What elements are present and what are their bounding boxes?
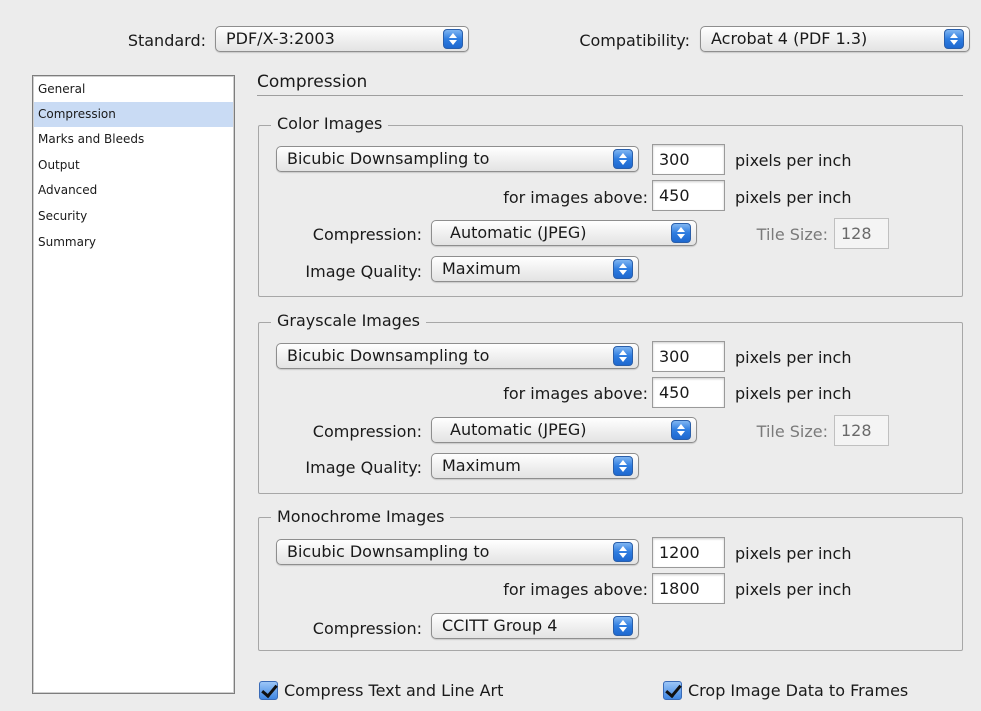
gray-quality-label: Image Quality: bbox=[305, 458, 422, 477]
compatibility-value: Acrobat 4 (PDF 1.3) bbox=[711, 29, 868, 48]
sidebar: General Compression Marks and Bleeds Out… bbox=[32, 75, 235, 694]
sidebar-item-output[interactable]: Output bbox=[34, 153, 233, 178]
gray-downsample-value: Bicubic Downsampling to bbox=[287, 346, 490, 365]
standard-popup[interactable]: PDF/X-3:2003 bbox=[215, 26, 469, 52]
color-ppi-unit: pixels per inch bbox=[735, 151, 852, 170]
standard-value: PDF/X-3:2003 bbox=[226, 29, 335, 48]
popup-arrows-icon bbox=[613, 542, 633, 562]
color-compression-label: Compression: bbox=[312, 225, 422, 244]
color-downsample-popup[interactable]: Bicubic Downsampling to bbox=[276, 146, 639, 172]
mono-compression-popup[interactable]: CCITT Group 4 bbox=[431, 613, 639, 639]
gray-above-input[interactable]: 450 bbox=[652, 377, 725, 408]
gray-compression-value: Automatic (JPEG) bbox=[450, 420, 587, 439]
color-compression-popup[interactable]: Automatic (JPEG) bbox=[431, 220, 697, 246]
gray-compression-popup[interactable]: Automatic (JPEG) bbox=[431, 417, 697, 443]
gray-compression-label: Compression: bbox=[312, 422, 422, 441]
popup-arrows-icon bbox=[443, 29, 463, 49]
mono-compression-label: Compression: bbox=[312, 619, 422, 638]
color-tile-label: Tile Size: bbox=[756, 225, 828, 244]
color-quality-popup[interactable]: Maximum bbox=[431, 256, 639, 282]
compress-text-checkbox[interactable] bbox=[259, 681, 278, 700]
color-compression-value: Automatic (JPEG) bbox=[450, 223, 587, 242]
color-above-label: for images above: bbox=[503, 188, 648, 207]
page-title: Compression bbox=[257, 72, 368, 92]
color-tile-input[interactable]: 128 bbox=[834, 218, 889, 249]
crop-image-checkbox[interactable] bbox=[663, 681, 682, 700]
color-quality-value: Maximum bbox=[442, 259, 521, 278]
popup-arrows-icon bbox=[613, 456, 633, 476]
title-divider bbox=[257, 95, 963, 96]
mono-compression-value: CCITT Group 4 bbox=[442, 616, 558, 635]
popup-arrows-icon bbox=[613, 346, 633, 366]
popup-arrows-icon bbox=[671, 420, 691, 440]
compatibility-label: Compatibility: bbox=[579, 31, 690, 50]
popup-arrows-icon bbox=[671, 223, 691, 243]
gray-ppi-unit: pixels per inch bbox=[735, 348, 852, 367]
gray-above-label: for images above: bbox=[503, 384, 648, 403]
gray-quality-popup[interactable]: Maximum bbox=[431, 453, 639, 479]
color-above-unit: pixels per inch bbox=[735, 188, 852, 207]
sidebar-item-advanced[interactable]: Advanced bbox=[34, 178, 233, 203]
sidebar-item-summary[interactable]: Summary bbox=[34, 230, 233, 255]
color-downsample-value: Bicubic Downsampling to bbox=[287, 149, 490, 168]
gray-downsample-popup[interactable]: Bicubic Downsampling to bbox=[276, 343, 639, 369]
popup-arrows-icon bbox=[613, 259, 633, 279]
gray-tile-input[interactable]: 128 bbox=[834, 415, 889, 446]
grayscale-images-title: Grayscale Images bbox=[271, 311, 427, 330]
mono-above-unit: pixels per inch bbox=[735, 580, 852, 599]
color-above-input[interactable]: 450 bbox=[652, 180, 725, 211]
mono-ppi-input[interactable]: 1200 bbox=[652, 537, 725, 568]
sidebar-item-general[interactable]: General bbox=[34, 77, 233, 102]
compress-text-label[interactable]: Compress Text and Line Art bbox=[284, 681, 503, 700]
color-images-title: Color Images bbox=[271, 114, 389, 133]
color-quality-label: Image Quality: bbox=[305, 262, 422, 281]
crop-image-label[interactable]: Crop Image Data to Frames bbox=[688, 681, 908, 700]
sidebar-item-security[interactable]: Security bbox=[34, 204, 233, 229]
mono-above-label: for images above: bbox=[503, 580, 648, 599]
gray-above-unit: pixels per inch bbox=[735, 384, 852, 403]
gray-tile-label: Tile Size: bbox=[756, 422, 828, 441]
popup-arrows-icon bbox=[613, 616, 633, 636]
mono-above-input[interactable]: 1800 bbox=[652, 573, 725, 604]
color-ppi-input[interactable]: 300 bbox=[652, 144, 725, 175]
sidebar-item-marks-and-bleeds[interactable]: Marks and Bleeds bbox=[34, 127, 233, 152]
monochrome-images-title: Monochrome Images bbox=[271, 507, 451, 526]
popup-arrows-icon bbox=[944, 29, 964, 49]
gray-quality-value: Maximum bbox=[442, 456, 521, 475]
mono-downsample-popup[interactable]: Bicubic Downsampling to bbox=[276, 539, 639, 565]
sidebar-item-compression[interactable]: Compression bbox=[34, 102, 233, 127]
mono-downsample-value: Bicubic Downsampling to bbox=[287, 542, 490, 561]
compatibility-popup[interactable]: Acrobat 4 (PDF 1.3) bbox=[700, 26, 970, 52]
gray-ppi-input[interactable]: 300 bbox=[652, 341, 725, 372]
popup-arrows-icon bbox=[613, 149, 633, 169]
mono-ppi-unit: pixels per inch bbox=[735, 544, 852, 563]
standard-label: Standard: bbox=[127, 31, 206, 50]
